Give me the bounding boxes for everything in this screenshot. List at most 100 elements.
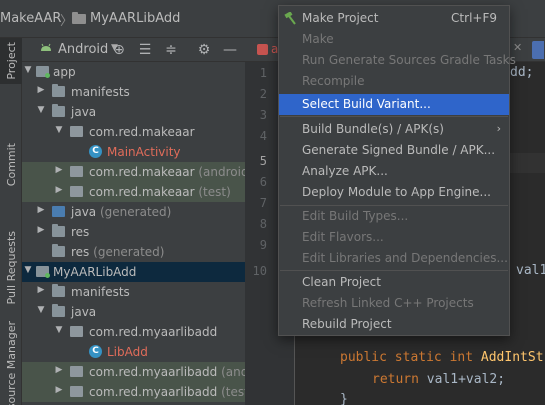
menu-item-rebuild-project[interactable]: Rebuild Project	[279, 314, 509, 335]
chevron-down-icon[interactable]: ▼	[54, 125, 64, 135]
line-number: 7	[259, 196, 267, 210]
chevron-down-icon[interactable]: ▼	[36, 305, 46, 315]
tree-label: com.red.makeaar (androidTe	[89, 165, 245, 179]
tree-label: java	[71, 105, 97, 119]
gear-icon[interactable]: ⚙	[196, 42, 212, 58]
menu-item-analyze-apk[interactable]: Analyze APK...	[279, 161, 509, 182]
collapse-all-icon[interactable]: ≑	[163, 42, 179, 58]
tree-node-lib-manifests[interactable]: ▶ manifests	[22, 282, 245, 302]
chevron-right-icon[interactable]: ▶	[36, 85, 46, 95]
expand-all-icon[interactable]: ☰	[137, 42, 153, 58]
folder-icon	[72, 12, 86, 24]
line-number: 3	[259, 108, 267, 122]
menu-item-edit-build-types[interactable]: Edit Build Types...	[279, 206, 509, 227]
menu-item-make-project[interactable]: Make Project Ctrl+F9	[279, 8, 509, 29]
tab-project-label: Project	[4, 42, 18, 80]
chevron-right-icon: ›	[496, 122, 501, 135]
package-icon	[70, 326, 83, 337]
editor-tab[interactable]: a	[257, 41, 278, 59]
module-icon	[36, 266, 50, 278]
menu-item-edit-flavors[interactable]: Edit Flavors...	[279, 227, 509, 248]
chevron-down-icon[interactable]: ▼	[54, 325, 64, 335]
tree-node-app-java[interactable]: ▼ java	[22, 102, 245, 122]
tree-label-hint: (generated)	[99, 205, 172, 219]
editor-tab-active[interactable]	[532, 41, 544, 59]
code-text: dd;	[510, 65, 534, 80]
breadcrumb-module[interactable]: MyAARLibAdd	[90, 11, 180, 26]
menu-item-build-bundles[interactable]: Build Bundle(s) / APK(s) ›	[279, 119, 509, 140]
chevron-right-icon[interactable]: ▶	[54, 385, 64, 395]
menu-item-label: Build Bundle(s) / APK(s)	[302, 122, 444, 136]
project-tree: ▼ app ▶ manifests ▼ java ▼ com.red.makea…	[22, 62, 245, 405]
chevron-right-icon[interactable]: ▶	[36, 205, 46, 215]
tree-node-lib-module[interactable]: ▼ MyAARLibAdd	[22, 262, 245, 282]
menu-item-clean-project[interactable]: Clean Project	[279, 272, 509, 293]
module-icon	[36, 66, 50, 78]
tab-project[interactable]: Project	[0, 38, 22, 84]
chevron-right-icon[interactable]: ▶	[36, 285, 46, 295]
tree-label: com.red.myaarlibadd (test)	[89, 385, 245, 399]
menu-item-label: Edit Build Types...	[302, 209, 409, 223]
chevron-right-icon[interactable]: ▶	[54, 185, 64, 195]
tree-node-libadd[interactable]: C LibAdd	[22, 342, 245, 362]
menu-item-run-generate-sources[interactable]: Run Generate Sources Gradle Tasks	[279, 50, 516, 71]
menu-item-select-build-variant[interactable]: Select Build Variant...	[279, 94, 509, 115]
tree-node-app-android-test[interactable]: ▶ com.red.makeaar (androidTe	[22, 162, 245, 182]
tree-label-text: java	[71, 205, 97, 219]
package-icon	[70, 386, 83, 397]
code-text: val1+val2;	[426, 372, 506, 387]
menu-item-make[interactable]: Make	[279, 29, 509, 50]
tab-commit[interactable]: Commit	[0, 130, 22, 200]
menu-item-recompile[interactable]: Recompile	[279, 71, 509, 92]
tree-label-text: com.red.myaarlibadd	[89, 385, 218, 399]
menu-item-edit-libraries[interactable]: Edit Libraries and Dependencies...	[279, 248, 509, 269]
chevron-down-icon[interactable]: ▼	[23, 65, 33, 75]
tree-label: java	[71, 305, 97, 319]
menu-item-refresh-linked[interactable]: Refresh Linked C++ Projects	[279, 293, 509, 314]
tab-commit-label: Commit	[4, 143, 18, 187]
tab-pull-requests[interactable]: Pull Requests	[0, 218, 22, 318]
minimize-icon[interactable]: —	[222, 42, 238, 58]
tree-node-lib-java[interactable]: ▼ java	[22, 302, 245, 322]
menu-item-deploy-module[interactable]: Deploy Module to App Engine...	[279, 182, 509, 203]
package-icon	[70, 186, 83, 197]
tree-node-app-manifests[interactable]: ▶ manifests	[22, 82, 245, 102]
tree-label-text: com.red.makeaar	[89, 185, 195, 199]
chevron-down-icon[interactable]: ▼	[23, 265, 33, 275]
tree-node-java-generated[interactable]: ▶ java (generated)	[22, 202, 245, 222]
tree-label-hint: (test)	[198, 185, 231, 199]
project-view-selector[interactable]: Android	[58, 42, 108, 57]
menu-item-label: Deploy Module to App Engine...	[302, 185, 491, 199]
tab-resource-manager[interactable]: Resource Manager	[0, 321, 22, 405]
tree-label: LibAdd	[107, 345, 148, 359]
tree-node-main-activity[interactable]: C MainActivity	[22, 142, 245, 162]
menu-separator	[280, 270, 508, 271]
tree-label: manifests	[71, 85, 130, 99]
line-number: 4	[259, 129, 267, 143]
tree-node-app-test[interactable]: ▶ com.red.makeaar (test)	[22, 182, 245, 202]
tree-node-app[interactable]: ▼ app	[22, 62, 245, 82]
breadcrumb-project[interactable]: MakeAAR	[0, 11, 61, 26]
tree-label-text: res	[71, 245, 90, 259]
code-keyword: public	[340, 350, 387, 365]
crosshair-icon[interactable]: ⊕	[111, 42, 127, 58]
chevron-right-icon[interactable]: ▶	[54, 165, 64, 175]
menu-item-label: Edit Flavors...	[302, 230, 384, 244]
tree-label: com.red.myaarlibadd	[89, 325, 218, 339]
line-number: 8	[259, 217, 267, 231]
tree-node-app-res[interactable]: ▶ res	[22, 222, 245, 242]
folder-icon	[52, 104, 65, 117]
tree-node-lib-test[interactable]: ▶ com.red.myaarlibadd (test)	[22, 382, 245, 402]
chevron-down-icon[interactable]: ▼	[36, 105, 46, 115]
tree-node-res-generated[interactable]: res (generated)	[22, 242, 245, 262]
menu-item-generate-signed[interactable]: Generate Signed Bundle / APK...	[279, 140, 509, 161]
tree-node-app-package[interactable]: ▼ com.red.makeaar	[22, 122, 245, 142]
chevron-right-icon[interactable]: ▶	[54, 365, 64, 375]
tree-node-lib-package[interactable]: ▼ com.red.myaarlibadd	[22, 322, 245, 342]
build-menu: Make Project Ctrl+F9 Make Run Generate S…	[278, 5, 516, 336]
folder-icon	[52, 304, 65, 317]
project-toolbar: Android ▼ ⊕ ☰ ≑ ⚙ —	[22, 38, 245, 62]
tree-node-lib-android-test[interactable]: ▶ com.red.myaarlibadd (androi	[22, 362, 245, 382]
chevron-right-icon[interactable]: ▶	[36, 225, 46, 235]
tree-label: manifests	[71, 285, 130, 299]
